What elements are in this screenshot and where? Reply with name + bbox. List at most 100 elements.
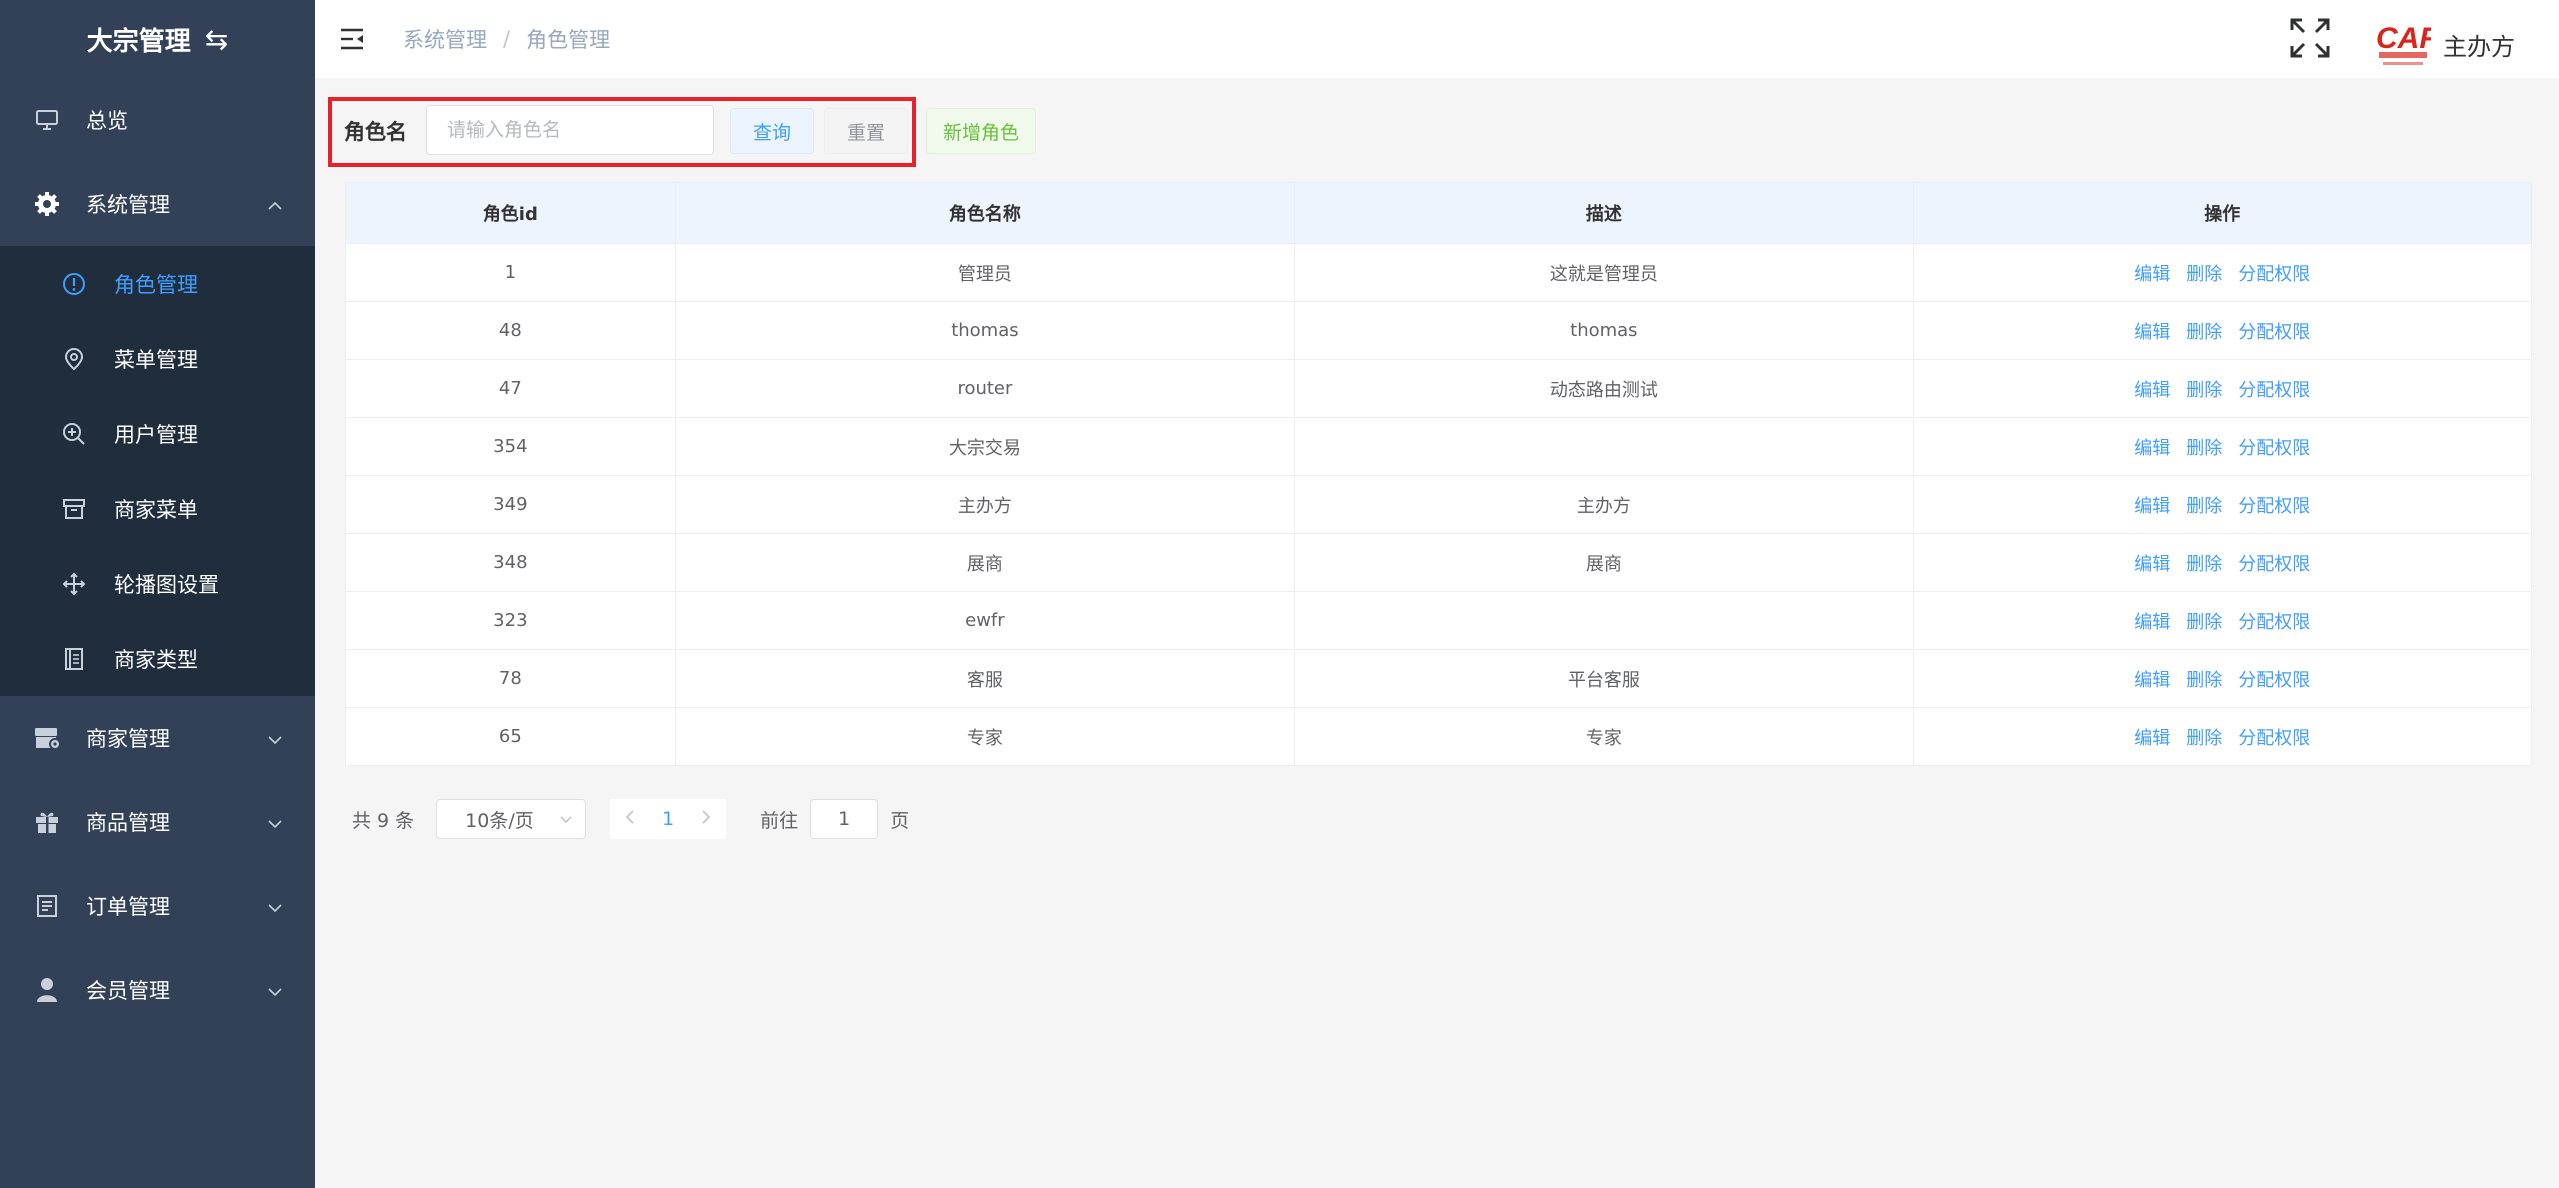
sidebar-item-label: 商家类型 <box>114 647 198 672</box>
sidebar-item-merchant-management[interactable]: 商家管理 <box>0 696 315 780</box>
sidebar-item-merchant-menu[interactable]: 商家菜单 <box>0 471 315 546</box>
delete-button[interactable]: 删除 <box>2186 434 2222 460</box>
sidebar-item-carousel-settings[interactable]: 轮播图设置 <box>0 546 315 621</box>
table-body: 1 管理员 这就是管理员 编辑 删除 分配权限 48 thomas thomas 编辑 删除 分配权限… <box>346 243 2531 765</box>
breadcrumb-item[interactable]: 系统管理 <box>403 24 487 54</box>
fullscreen-icon[interactable] <box>2288 16 2332 60</box>
gear-icon <box>32 189 62 219</box>
cell-role-id: 1 <box>346 244 676 301</box>
assign-permissions-button[interactable]: 分配权限 <box>2238 666 2310 692</box>
sidebar-item-role-management[interactable]: 角色管理 <box>0 246 315 321</box>
table-header: 角色id 角色名称 描述 操作 <box>346 183 2531 243</box>
monitor-icon <box>32 105 62 135</box>
gift-icon <box>32 807 62 837</box>
delete-button[interactable]: 删除 <box>2186 492 2222 518</box>
edit-button[interactable]: 编辑 <box>2134 434 2170 460</box>
chevron-down-icon <box>267 810 283 834</box>
top-header: 系统管理 / 角色管理 CAF 主办方 <box>315 0 2559 78</box>
table-row: 323 ewfr 编辑 删除 分配权限 <box>346 591 2531 649</box>
assign-permissions-button[interactable]: 分配权限 <box>2238 724 2310 750</box>
delete-button[interactable]: 删除 <box>2186 608 2222 634</box>
prev-page-icon[interactable] <box>624 808 636 830</box>
delete-button[interactable]: 删除 <box>2186 318 2222 344</box>
sidebar-item-user-management[interactable]: 用户管理 <box>0 396 315 471</box>
goto-page-input[interactable] <box>810 799 879 839</box>
cell-role-id: 47 <box>346 360 676 417</box>
submenu-system: 角色管理 菜单管理 用户管理 商家菜单 轮播图设置 商家类型 <box>0 246 315 696</box>
sidebar-item-system[interactable]: 系统管理 <box>0 162 315 246</box>
add-role-button[interactable]: 新增角色 <box>926 108 1036 154</box>
cell-role-id: 48 <box>346 302 676 359</box>
edit-button[interactable]: 编辑 <box>2134 318 2170 344</box>
chevron-up-icon <box>267 192 283 216</box>
swap-icon[interactable]: ⇆ <box>205 23 228 56</box>
menu-toggle-icon[interactable] <box>339 26 365 52</box>
sidebar-item-product-management[interactable]: 商品管理 <box>0 780 315 864</box>
assign-permissions-button[interactable]: 分配权限 <box>2238 608 2310 634</box>
goto-label: 前往 <box>760 809 799 832</box>
edit-button[interactable]: 编辑 <box>2134 666 2170 692</box>
cell-role-name: ewfr <box>676 592 1296 649</box>
cell-role-desc: 专家 <box>1295 708 1914 765</box>
page-number[interactable]: 1 <box>662 808 674 830</box>
cell-actions: 编辑 删除 分配权限 <box>1914 244 2531 301</box>
chevron-down-icon <box>267 978 283 1002</box>
cell-role-desc: 动态路由测试 <box>1295 360 1914 417</box>
page-navigator: 1 <box>610 799 727 839</box>
sidebar-item-label: 商家管理 <box>86 727 170 751</box>
sidebar-item-member-management[interactable]: 会员管理 <box>0 948 315 1032</box>
sidebar-item-label: 商家菜单 <box>114 497 198 522</box>
query-button[interactable]: 查询 <box>730 108 814 154</box>
cell-actions: 编辑 删除 分配权限 <box>1914 592 2531 649</box>
breadcrumb-item-current: 角色管理 <box>526 28 611 52</box>
edit-button[interactable]: 编辑 <box>2134 550 2170 576</box>
sidebar-item-overview[interactable]: 总览 <box>0 78 315 162</box>
cell-role-name: 主办方 <box>676 476 1296 533</box>
column-header-desc: 描述 <box>1295 183 1914 243</box>
role-name-input[interactable] <box>426 105 714 155</box>
table-row: 349 主办方 主办方 编辑 删除 分配权限 <box>346 475 2531 533</box>
assign-permissions-button[interactable]: 分配权限 <box>2238 376 2310 402</box>
sidebar-item-menu-management[interactable]: 菜单管理 <box>0 321 315 396</box>
edit-button[interactable]: 编辑 <box>2134 608 2170 634</box>
cell-role-id: 354 <box>346 418 676 475</box>
cell-role-desc: 主办方 <box>1295 476 1914 533</box>
user-name[interactable]: 主办方 <box>2443 0 2515 88</box>
delete-button[interactable]: 删除 <box>2186 550 2222 576</box>
table-row: 48 thomas thomas 编辑 删除 分配权限 <box>346 301 2531 359</box>
column-header-name: 角色名称 <box>676 183 1296 243</box>
cell-role-desc: 这就是管理员 <box>1295 244 1914 301</box>
cell-role-desc: 展商 <box>1295 534 1914 591</box>
assign-permissions-button[interactable]: 分配权限 <box>2238 434 2310 460</box>
page-size-select[interactable]: 10条/页 <box>436 799 587 839</box>
delete-button[interactable]: 删除 <box>2186 260 2222 286</box>
assign-permissions-button[interactable]: 分配权限 <box>2238 260 2310 286</box>
next-page-icon[interactable] <box>700 808 712 830</box>
page-jumper: 前往 页 <box>760 799 909 839</box>
order-icon <box>32 891 62 921</box>
cell-role-name: 客服 <box>676 650 1296 707</box>
edit-button[interactable]: 编辑 <box>2134 376 2170 402</box>
sidebar-item-label: 订单管理 <box>86 895 170 919</box>
page-suffix: 页 <box>890 809 910 832</box>
delete-button[interactable]: 删除 <box>2186 724 2222 750</box>
edit-button[interactable]: 编辑 <box>2134 724 2170 750</box>
assign-permissions-button[interactable]: 分配权限 <box>2238 318 2310 344</box>
edit-button[interactable]: 编辑 <box>2134 260 2170 286</box>
delete-button[interactable]: 删除 <box>2186 666 2222 692</box>
sidebar-item-label: 会员管理 <box>86 979 170 1003</box>
cell-actions: 编辑 删除 分配权限 <box>1914 650 2531 707</box>
cell-actions: 编辑 删除 分配权限 <box>1914 534 2531 591</box>
sidebar-item-order-management[interactable]: 订单管理 <box>0 864 315 948</box>
delete-button[interactable]: 删除 <box>2186 376 2222 402</box>
cell-role-desc <box>1295 418 1914 475</box>
cell-role-desc: thomas <box>1295 302 1914 359</box>
sidebar-item-merchant-type[interactable]: 商家类型 <box>0 621 315 696</box>
role-name-label: 角色名 <box>344 120 407 144</box>
reset-button[interactable]: 重置 <box>824 108 908 154</box>
edit-button[interactable]: 编辑 <box>2134 492 2170 518</box>
table-row: 1 管理员 这就是管理员 编辑 删除 分配权限 <box>346 243 2531 301</box>
assign-permissions-button[interactable]: 分配权限 <box>2238 550 2310 576</box>
assign-permissions-button[interactable]: 分配权限 <box>2238 492 2310 518</box>
brand-title: 大宗管理 <box>86 26 191 57</box>
